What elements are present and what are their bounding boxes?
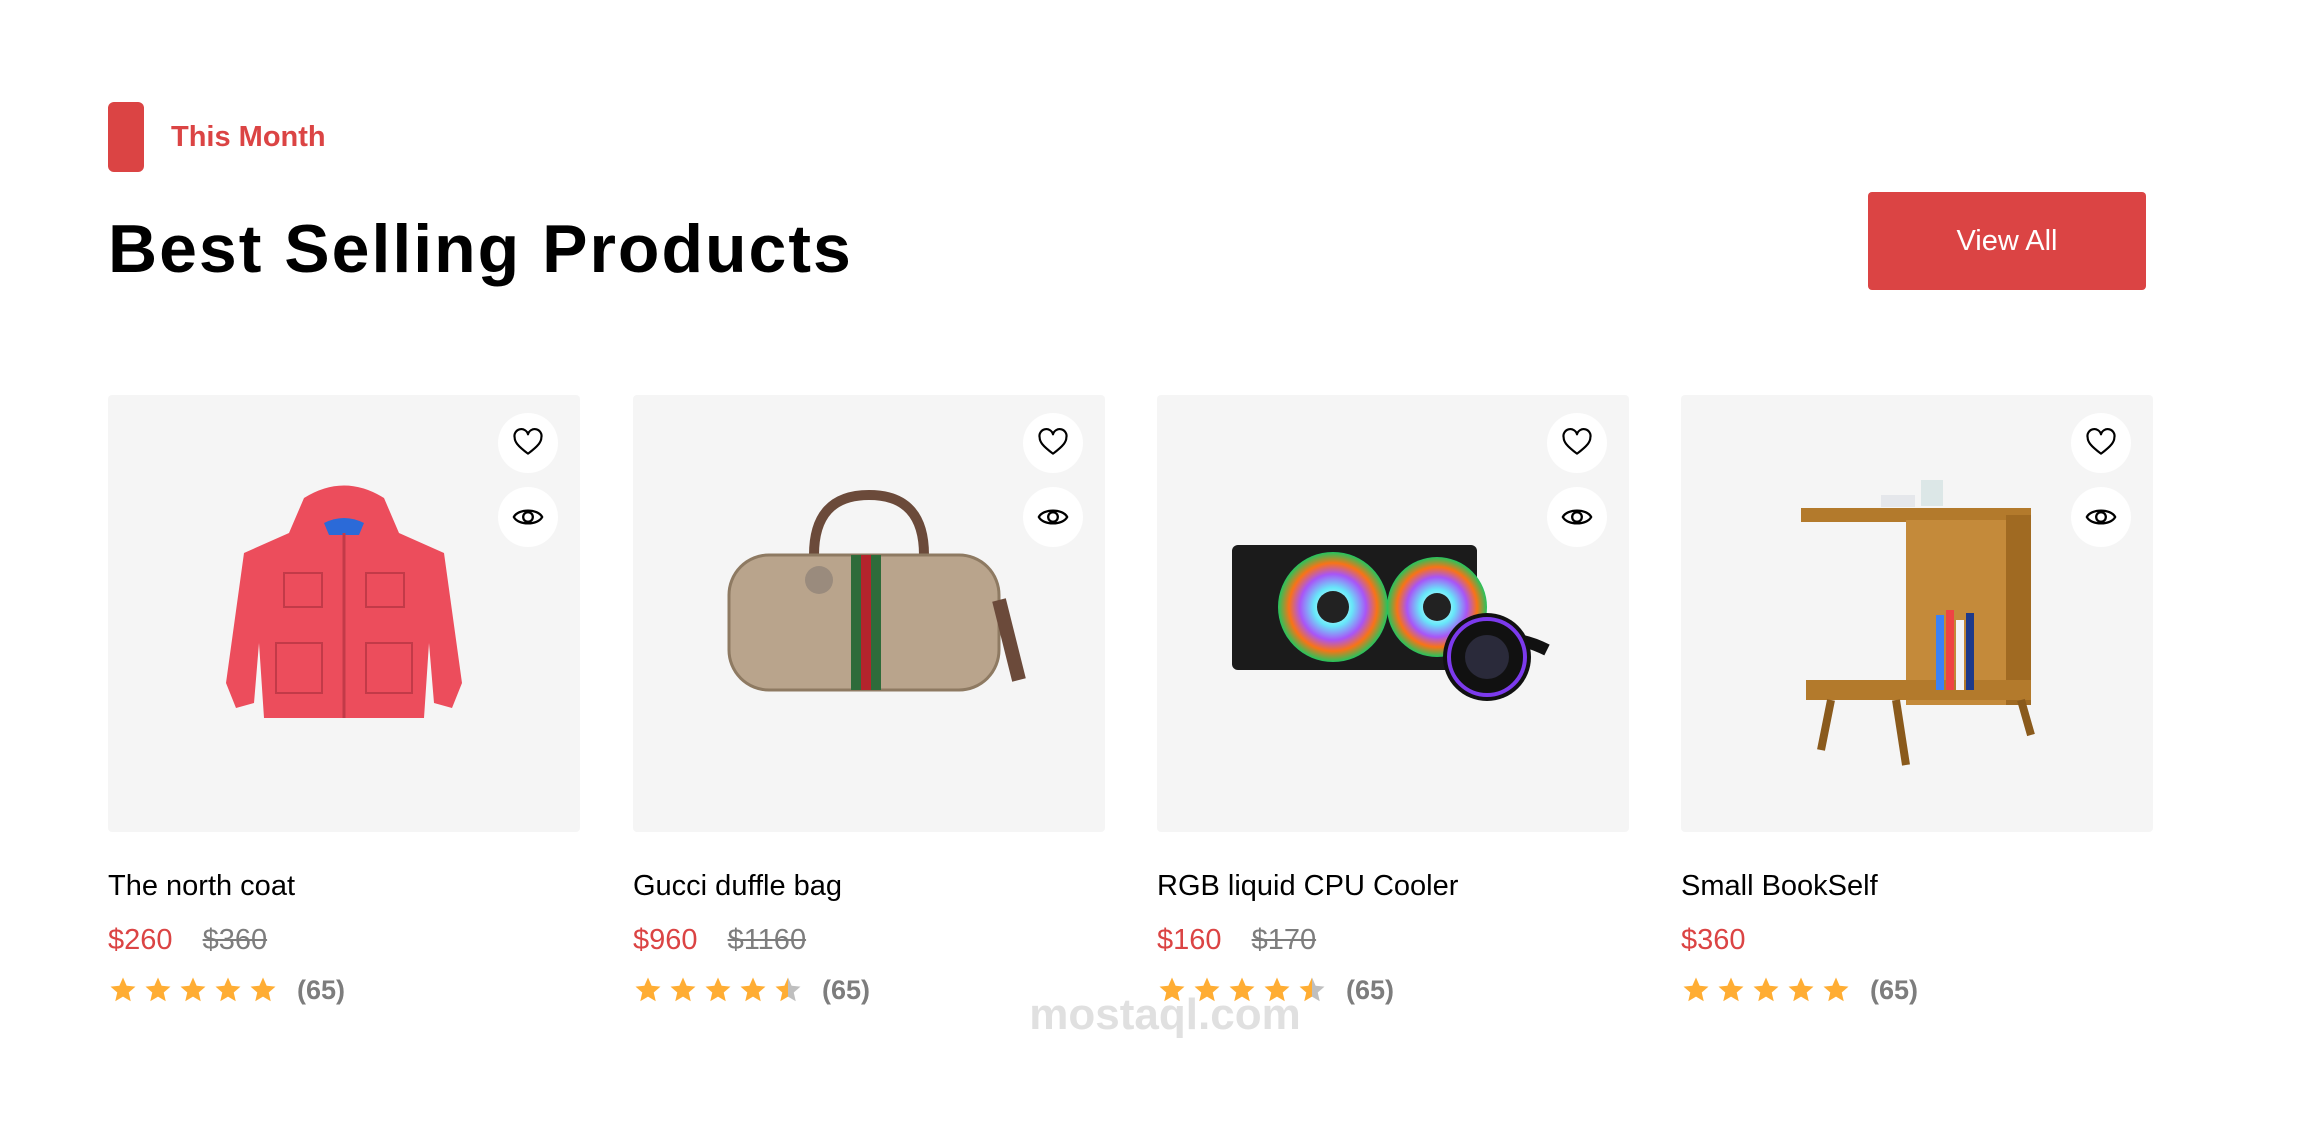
review-count: (65)	[1870, 974, 1919, 1005]
product-card[interactable]: The north coat $260 $360 (65)	[108, 395, 580, 1008]
rating-row: (65)	[108, 972, 580, 1008]
product-thumbnail[interactable]	[633, 395, 1105, 832]
price-row: $160 $170	[1157, 920, 1629, 960]
wishlist-button[interactable]	[498, 413, 558, 473]
star-rating	[108, 975, 283, 1005]
tag-bar	[108, 102, 144, 172]
eye-icon	[512, 509, 544, 525]
quick-view-button[interactable]	[2071, 487, 2131, 547]
review-count: (65)	[297, 974, 346, 1005]
watermark: mostaql.com	[1029, 990, 1301, 1039]
section-tag-label: This Month	[171, 120, 326, 153]
heart-icon	[513, 428, 543, 455]
quick-view-button[interactable]	[1023, 487, 1083, 547]
rating-row: (65)	[1681, 972, 2153, 1008]
star-icon	[740, 977, 766, 1002]
star-icon	[1683, 977, 1709, 1002]
star-icon	[1788, 977, 1814, 1002]
quick-view-button[interactable]	[498, 487, 558, 547]
star-icon	[635, 977, 661, 1002]
quick-view-button[interactable]	[1547, 487, 1607, 547]
product-card[interactable]: RGB liquid CPU Cooler $160 $170 (65)	[1157, 395, 1629, 1008]
wishlist-button[interactable]	[2071, 413, 2131, 473]
product-old-price: $1160	[727, 924, 807, 956]
product-thumbnail[interactable]	[1157, 395, 1629, 832]
product-name[interactable]: Gucci duffle bag	[633, 866, 1105, 906]
review-count: (65)	[1346, 974, 1395, 1005]
wishlist-button[interactable]	[1547, 413, 1607, 473]
best-selling-section: This Month Best Selling Products View Al…	[0, 0, 2311, 1127]
price-row: $960 $1160	[633, 920, 1105, 960]
star-rating	[633, 975, 808, 1005]
product-old-price: $170	[1251, 924, 1317, 956]
star-rating	[1681, 975, 1856, 1005]
review-count: (65)	[822, 974, 871, 1005]
product-card[interactable]: Small BookSelf $360 (65)	[1681, 395, 2153, 1008]
heart-icon	[1562, 428, 1592, 455]
eye-icon	[2085, 509, 2117, 525]
eye-icon	[1037, 509, 1069, 525]
eye-icon	[1561, 509, 1593, 525]
star-icon	[215, 977, 241, 1002]
product-card[interactable]: Gucci duffle bag $960 $1160 (65)	[633, 395, 1105, 1008]
product-thumbnail[interactable]	[1681, 395, 2153, 832]
star-icon	[1718, 977, 1744, 1002]
product-price: $960	[633, 924, 698, 956]
product-price: $260	[108, 924, 173, 956]
product-price: $360	[1681, 924, 1746, 956]
view-all-button[interactable]: View All	[1868, 192, 2146, 290]
heart-icon	[1038, 428, 1068, 455]
product-name[interactable]: Small BookSelf	[1681, 866, 2153, 906]
star-icon	[705, 977, 731, 1002]
star-icon	[180, 977, 206, 1002]
product-thumbnail[interactable]	[108, 395, 580, 832]
wishlist-button[interactable]	[1023, 413, 1083, 473]
product-name[interactable]: The north coat	[108, 866, 580, 906]
star-icon	[110, 977, 136, 1002]
star-icon	[1823, 977, 1849, 1002]
product-price: $160	[1157, 924, 1222, 956]
star-icon	[1753, 977, 1779, 1002]
product-old-price: $360	[202, 924, 268, 956]
heart-icon	[2086, 428, 2116, 455]
star-icon	[250, 977, 276, 1002]
section-title: Best Selling Products	[108, 211, 853, 287]
star-icon	[145, 977, 171, 1002]
section-tag: This Month	[108, 102, 326, 172]
star-icon	[670, 977, 696, 1002]
star-icon	[775, 977, 801, 1002]
price-row: $360	[1681, 920, 2153, 960]
price-row: $260 $360	[108, 920, 580, 960]
product-name[interactable]: RGB liquid CPU Cooler	[1157, 866, 1629, 906]
